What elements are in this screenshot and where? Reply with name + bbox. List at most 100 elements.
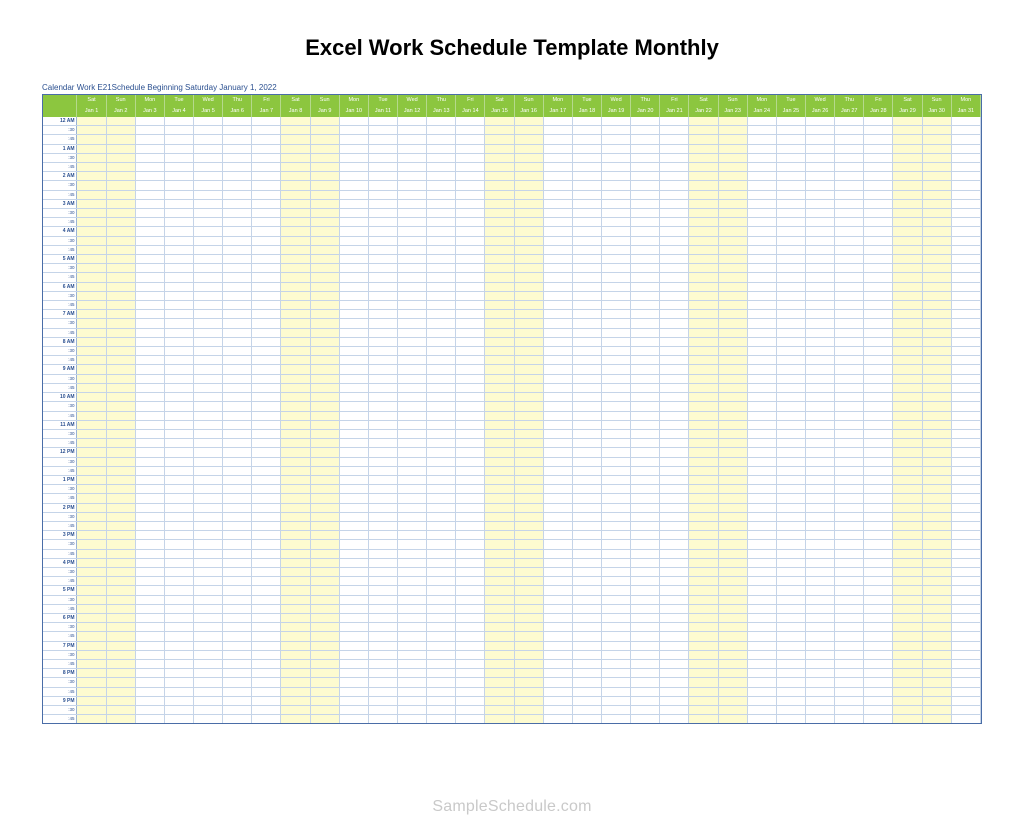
- schedule-cell[interactable]: [223, 135, 252, 144]
- schedule-cell[interactable]: [543, 273, 572, 282]
- schedule-cell[interactable]: [864, 301, 893, 310]
- schedule-cell[interactable]: [602, 282, 631, 291]
- schedule-cell[interactable]: [543, 236, 572, 245]
- schedule-cell[interactable]: [398, 227, 427, 236]
- schedule-cell[interactable]: [835, 604, 864, 613]
- schedule-cell[interactable]: [485, 475, 514, 484]
- schedule-cell[interactable]: [485, 650, 514, 659]
- schedule-cell[interactable]: [427, 172, 456, 181]
- schedule-cell[interactable]: [310, 678, 339, 687]
- schedule-cell[interactable]: [427, 190, 456, 199]
- schedule-cell[interactable]: [339, 356, 368, 365]
- schedule-cell[interactable]: [456, 429, 485, 438]
- schedule-cell[interactable]: [806, 209, 835, 218]
- schedule-cell[interactable]: [398, 669, 427, 678]
- schedule-cell[interactable]: [543, 475, 572, 484]
- schedule-cell[interactable]: [718, 577, 747, 586]
- schedule-cell[interactable]: [106, 282, 135, 291]
- schedule-cell[interactable]: [514, 558, 543, 567]
- schedule-cell[interactable]: [951, 623, 980, 632]
- schedule-cell[interactable]: [718, 549, 747, 558]
- schedule-cell[interactable]: [310, 549, 339, 558]
- schedule-cell[interactable]: [922, 365, 951, 374]
- schedule-cell[interactable]: [893, 199, 922, 208]
- schedule-cell[interactable]: [514, 227, 543, 236]
- schedule-cell[interactable]: [310, 558, 339, 567]
- schedule-cell[interactable]: [223, 540, 252, 549]
- schedule-cell[interactable]: [310, 393, 339, 402]
- schedule-cell[interactable]: [427, 420, 456, 429]
- schedule-cell[interactable]: [252, 144, 281, 153]
- schedule-cell[interactable]: [631, 512, 660, 521]
- schedule-cell[interactable]: [631, 623, 660, 632]
- schedule-cell[interactable]: [368, 715, 397, 724]
- schedule-cell[interactable]: [689, 117, 718, 126]
- schedule-cell[interactable]: [368, 245, 397, 254]
- schedule-cell[interactable]: [864, 255, 893, 264]
- schedule-cell[interactable]: [398, 706, 427, 715]
- schedule-cell[interactable]: [252, 273, 281, 282]
- schedule-cell[interactable]: [281, 531, 310, 540]
- schedule-cell[interactable]: [223, 365, 252, 374]
- schedule-cell[interactable]: [602, 393, 631, 402]
- schedule-cell[interactable]: [747, 558, 776, 567]
- schedule-cell[interactable]: [835, 227, 864, 236]
- schedule-cell[interactable]: [310, 485, 339, 494]
- schedule-cell[interactable]: [660, 429, 689, 438]
- schedule-cell[interactable]: [252, 577, 281, 586]
- schedule-cell[interactable]: [77, 531, 106, 540]
- schedule-cell[interactable]: [223, 301, 252, 310]
- schedule-cell[interactable]: [514, 393, 543, 402]
- schedule-cell[interactable]: [718, 706, 747, 715]
- schedule-cell[interactable]: [106, 328, 135, 337]
- schedule-cell[interactable]: [718, 347, 747, 356]
- schedule-cell[interactable]: [281, 503, 310, 512]
- schedule-cell[interactable]: [543, 383, 572, 392]
- schedule-cell[interactable]: [427, 503, 456, 512]
- schedule-cell[interactable]: [776, 439, 805, 448]
- schedule-cell[interactable]: [835, 245, 864, 254]
- schedule-cell[interactable]: [281, 540, 310, 549]
- schedule-cell[interactable]: [806, 623, 835, 632]
- schedule-cell[interactable]: [718, 153, 747, 162]
- schedule-cell[interactable]: [806, 475, 835, 484]
- schedule-cell[interactable]: [135, 457, 164, 466]
- schedule-cell[interactable]: [718, 613, 747, 622]
- schedule-cell[interactable]: [135, 623, 164, 632]
- schedule-cell[interactable]: [427, 632, 456, 641]
- schedule-cell[interactable]: [864, 706, 893, 715]
- schedule-cell[interactable]: [660, 264, 689, 273]
- schedule-cell[interactable]: [310, 577, 339, 586]
- schedule-cell[interactable]: [106, 558, 135, 567]
- schedule-cell[interactable]: [806, 715, 835, 724]
- schedule-cell[interactable]: [806, 337, 835, 346]
- schedule-cell[interactable]: [572, 245, 601, 254]
- schedule-cell[interactable]: [631, 613, 660, 622]
- schedule-cell[interactable]: [602, 402, 631, 411]
- schedule-cell[interactable]: [339, 328, 368, 337]
- schedule-cell[interactable]: [339, 715, 368, 724]
- schedule-cell[interactable]: [164, 632, 193, 641]
- schedule-cell[interactable]: [77, 641, 106, 650]
- schedule-cell[interactable]: [194, 319, 223, 328]
- schedule-cell[interactable]: [922, 245, 951, 254]
- schedule-cell[interactable]: [922, 135, 951, 144]
- schedule-cell[interactable]: [806, 521, 835, 530]
- schedule-cell[interactable]: [310, 448, 339, 457]
- schedule-cell[interactable]: [660, 439, 689, 448]
- schedule-cell[interactable]: [572, 199, 601, 208]
- schedule-cell[interactable]: [835, 531, 864, 540]
- schedule-cell[interactable]: [922, 273, 951, 282]
- schedule-cell[interactable]: [864, 328, 893, 337]
- schedule-cell[interactable]: [602, 245, 631, 254]
- schedule-cell[interactable]: [864, 117, 893, 126]
- schedule-cell[interactable]: [164, 402, 193, 411]
- schedule-cell[interactable]: [310, 641, 339, 650]
- schedule-cell[interactable]: [922, 521, 951, 530]
- schedule-cell[interactable]: [835, 126, 864, 135]
- schedule-cell[interactable]: [514, 512, 543, 521]
- schedule-cell[interactable]: [806, 181, 835, 190]
- schedule-cell[interactable]: [806, 429, 835, 438]
- schedule-cell[interactable]: [194, 209, 223, 218]
- schedule-cell[interactable]: [951, 190, 980, 199]
